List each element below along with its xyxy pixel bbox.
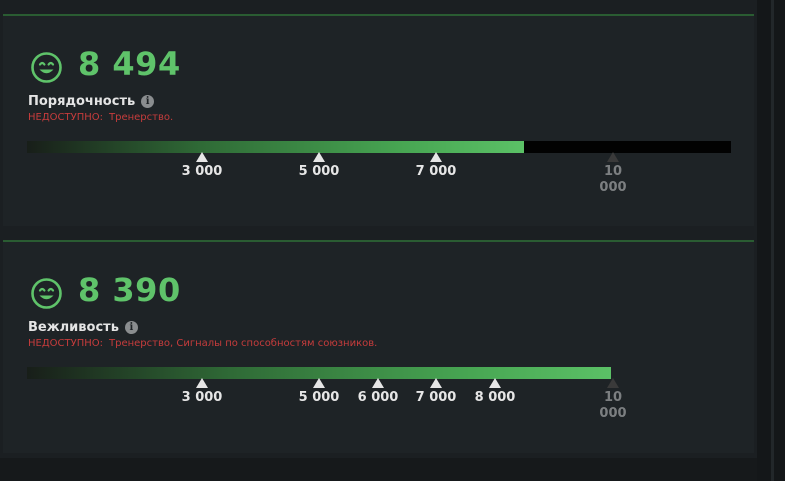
threshold-label: 5 000 <box>298 164 340 179</box>
triangle-up-icon <box>196 378 208 388</box>
threshold-label: 7 000 <box>415 164 457 179</box>
title-row: Порядочность i <box>28 91 155 111</box>
unavailable-label: НЕДОСТУПНО: <box>28 112 103 123</box>
unavailable-notice: НЕДОСТУПНО: Тренерство, Сигналы по способ… <box>28 338 377 349</box>
unavailable-notice: НЕДОСТУПНО: Тренерство. <box>28 112 173 123</box>
behavior-card-decency: 8 494 Порядочность i НЕДОСТУПНО: Тренерст… <box>3 14 754 226</box>
unavailable-label: НЕДОСТУПНО: <box>28 338 103 349</box>
threshold-label: 8 000 <box>474 390 516 405</box>
triangle-up-dark-icon <box>607 378 619 388</box>
info-icon[interactable]: i <box>124 320 138 334</box>
score-value: 8 390 <box>78 271 181 309</box>
behavior-card-politeness: 8 390 Вежливость i НЕДОСТУПНО: Тренерство… <box>3 240 754 453</box>
title-row: Вежливость i <box>28 317 138 337</box>
unavailable-text: Тренерство. <box>109 112 174 123</box>
smiley-face-icon <box>31 52 62 83</box>
triangle-up-icon <box>430 378 442 388</box>
unavailable-text: Тренерство, Сигналы по способностям союз… <box>109 338 378 349</box>
card-title: Вежливость <box>28 319 119 335</box>
card-title: Порядочность <box>28 93 136 109</box>
progress-fill <box>27 141 524 153</box>
triangle-up-icon <box>313 378 325 388</box>
triangle-up-dark-icon <box>607 152 619 162</box>
triangle-up-icon <box>489 378 501 388</box>
triangle-up-icon <box>372 378 384 388</box>
info-icon[interactable]: i <box>141 94 155 108</box>
bottom-strip <box>0 458 757 481</box>
threshold-label: 10 000 <box>599 390 627 421</box>
triangle-up-icon <box>430 152 442 162</box>
score-value: 8 494 <box>78 45 181 83</box>
triangle-up-icon <box>196 152 208 162</box>
smiley-face-icon <box>31 278 62 309</box>
triangle-up-icon <box>313 152 325 162</box>
threshold-label: 3 000 <box>181 164 223 179</box>
progress-bar <box>27 141 731 153</box>
threshold-label: 3 000 <box>181 390 223 405</box>
threshold-label: 10 000 <box>599 164 627 195</box>
scrollbar-track[interactable] <box>771 0 774 481</box>
